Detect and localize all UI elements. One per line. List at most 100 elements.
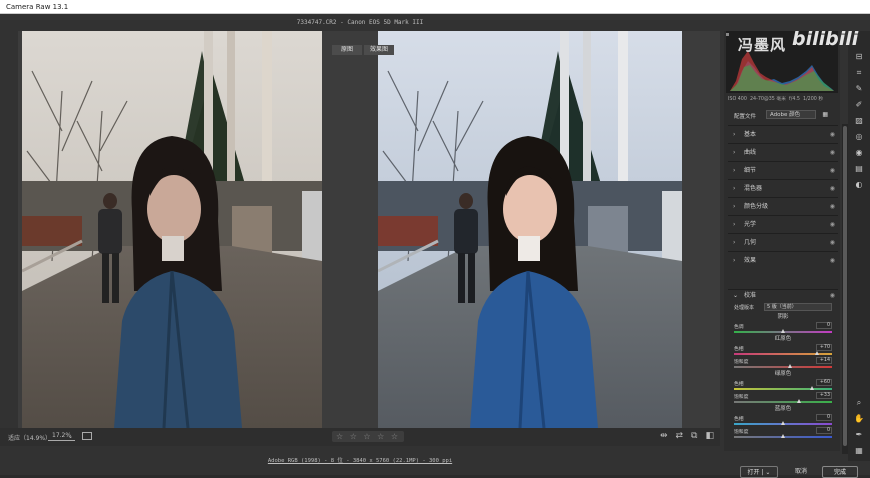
section-label: 几何 (744, 239, 757, 246)
watermark-name: 冯墨风 (738, 36, 787, 54)
slider-value-input[interactable]: 0 (816, 427, 832, 434)
slider-value-input[interactable]: +70 (816, 344, 832, 351)
zoom-fit-label[interactable]: 适应（14.9%） (8, 433, 51, 442)
before-image-pane[interactable] (22, 31, 322, 428)
gradient-icon[interactable]: ▨ (853, 115, 865, 127)
slider-value-input[interactable]: 0 (816, 414, 832, 421)
slider-thumb[interactable] (787, 364, 792, 368)
calibration-slider[interactable]: 饱和度 +14 (728, 357, 838, 370)
calibration-header[interactable]: ⌄ 校准 ◉ (728, 289, 838, 301)
slider-thumb[interactable] (810, 386, 815, 390)
red-eye-icon[interactable]: ◉ (853, 147, 865, 159)
slider-thumb[interactable] (815, 351, 820, 355)
eye-icon[interactable]: ◉ (830, 252, 835, 270)
open-button[interactable]: 打开 | ⌄ (740, 466, 778, 478)
presets-icon[interactable]: ◐ (853, 179, 865, 191)
slider-label: 饱和度 (734, 360, 749, 365)
eye-icon[interactable]: ◉ (830, 234, 835, 252)
section-color-mixer[interactable]: › 混色器 ◉ (728, 179, 838, 197)
section-label: 颜色分级 (744, 203, 769, 210)
eye-icon[interactable]: ◉ (830, 144, 835, 162)
section-label: 效果 (744, 257, 757, 264)
swap-icon[interactable]: ⇄ (676, 431, 684, 441)
hand-icon[interactable]: ✋ (853, 413, 865, 425)
edit-sections: › 基本 ◉ › 曲线 ◉ › 细节 ◉ › 混色器 ◉ › 颜色分级 ◉ › 光学 ◉ › 几何 ◉ › 效… (728, 125, 838, 269)
slider-thumb[interactable] (781, 329, 785, 333)
eye-icon[interactable]: ◉ (830, 162, 835, 180)
section-color-grading[interactable]: › 颜色分级 ◉ (728, 197, 838, 215)
workflow-options-link[interactable]: Adobe RGB (1998) - 8 位 - 3840 x 5760 (22… (0, 456, 720, 464)
eye-icon[interactable]: ◉ (830, 126, 835, 144)
aperture-value: f/4.5 (789, 97, 800, 102)
radial-filter-icon[interactable]: ◎ (853, 131, 865, 143)
toggle-view-icon[interactable]: ◧ (705, 431, 714, 441)
calibration-slider[interactable]: 色相 0 (728, 414, 838, 427)
section-label: 光学 (744, 221, 757, 228)
brush-icon[interactable]: ✐ (853, 99, 865, 111)
eye-icon[interactable]: ◉ (830, 198, 835, 216)
profile-label: 配置文件 (734, 114, 757, 120)
slider-track[interactable] (734, 366, 832, 368)
section-basic[interactable]: › 基本 ◉ (728, 125, 838, 143)
section-label: 基本 (744, 131, 757, 138)
slider-value-input[interactable]: +33 (816, 392, 832, 399)
profile-select[interactable]: Adobe 颜色 (766, 110, 816, 119)
calibration-slider[interactable]: 色调 0 (728, 322, 838, 335)
done-button[interactable]: 完成 (822, 466, 858, 478)
camera-raw-app: 7334747.CR2 - Canon EOS 5D Mark III 原图 效… (0, 14, 870, 478)
crop-icon[interactable]: ⌗ (853, 67, 865, 79)
process-version-row: 处理版本 5 版（当前） (728, 301, 838, 313)
window-title: Camera Raw 13.1 (6, 3, 69, 11)
snapshots-icon[interactable]: ▤ (853, 163, 865, 175)
star-rating[interactable]: ☆ ☆ ☆ ☆ ☆ (332, 431, 405, 442)
chevron-right-icon: › (733, 221, 736, 228)
eyedropper-icon[interactable]: ✒ (853, 429, 865, 441)
section-detail[interactable]: › 细节 ◉ (728, 161, 838, 179)
compare-layout-icon[interactable]: ⇹ (660, 431, 668, 441)
section-optics[interactable]: › 光学 ◉ (728, 215, 838, 233)
grid-overlay-icon[interactable]: ▦ (853, 445, 865, 457)
slider-value-input[interactable]: +60 (816, 379, 832, 386)
after-image-pane[interactable] (378, 31, 682, 428)
cancel-button[interactable]: 取消 (786, 466, 816, 478)
chevron-down-icon[interactable]: ⌄ (68, 433, 73, 440)
copy-settings-icon[interactable]: ⧉ (691, 431, 697, 441)
process-version-select[interactable]: 5 版（当前） (764, 303, 832, 311)
chevron-right-icon: › (733, 203, 736, 210)
slider-track[interactable] (734, 388, 832, 390)
eye-icon[interactable]: ◉ (830, 180, 835, 198)
calibration-slider[interactable]: 色相 +70 (728, 344, 838, 357)
slider-thumb[interactable] (781, 434, 785, 438)
file-info: 7334747.CR2 - Canon EOS 5D Mark III (296, 19, 424, 26)
edit-icon[interactable]: ⊟ (853, 51, 865, 63)
image-viewport[interactable]: 原图 效果图 (18, 31, 720, 428)
slider-label: 饱和度 (734, 395, 749, 400)
slider-value-input[interactable]: +14 (816, 357, 832, 364)
slider-label: 色相 (734, 417, 744, 422)
chevron-right-icon: › (733, 185, 736, 192)
slider-label: 饱和度 (734, 430, 749, 435)
slider-value-input[interactable]: 0 (816, 322, 832, 329)
calibration-slider[interactable]: 色相 +60 (728, 379, 838, 392)
chevron-right-icon: › (733, 149, 736, 156)
before-photo (22, 31, 322, 428)
eye-icon[interactable]: ◉ (830, 216, 835, 234)
bilibili-logo: bilibili (792, 28, 859, 50)
slider-thumb[interactable] (781, 421, 785, 425)
section-curve[interactable]: › 曲线 ◉ (728, 143, 838, 161)
scrollbar-thumb[interactable] (843, 126, 847, 446)
slider-thumb[interactable] (796, 399, 801, 403)
zoom-icon[interactable]: ⌕ (853, 397, 865, 409)
section-geometry[interactable]: › 几何 ◉ (728, 233, 838, 251)
section-effects[interactable]: › 效果 ◉ (728, 251, 838, 269)
calibration-slider[interactable]: 饱和度 +33 (728, 392, 838, 405)
grid-icon[interactable]: ▦ (822, 111, 828, 118)
calibration-slider[interactable]: 饱和度 0 (728, 427, 838, 440)
spot-removal-icon[interactable]: ✎ (853, 83, 865, 95)
chevron-right-icon: › (733, 167, 736, 174)
shutter-value: 1/200 秒 (803, 97, 824, 102)
chevron-right-icon: › (733, 131, 736, 138)
slider-track[interactable] (734, 401, 832, 403)
after-photo (378, 31, 682, 428)
fullscreen-icon[interactable] (82, 432, 92, 440)
